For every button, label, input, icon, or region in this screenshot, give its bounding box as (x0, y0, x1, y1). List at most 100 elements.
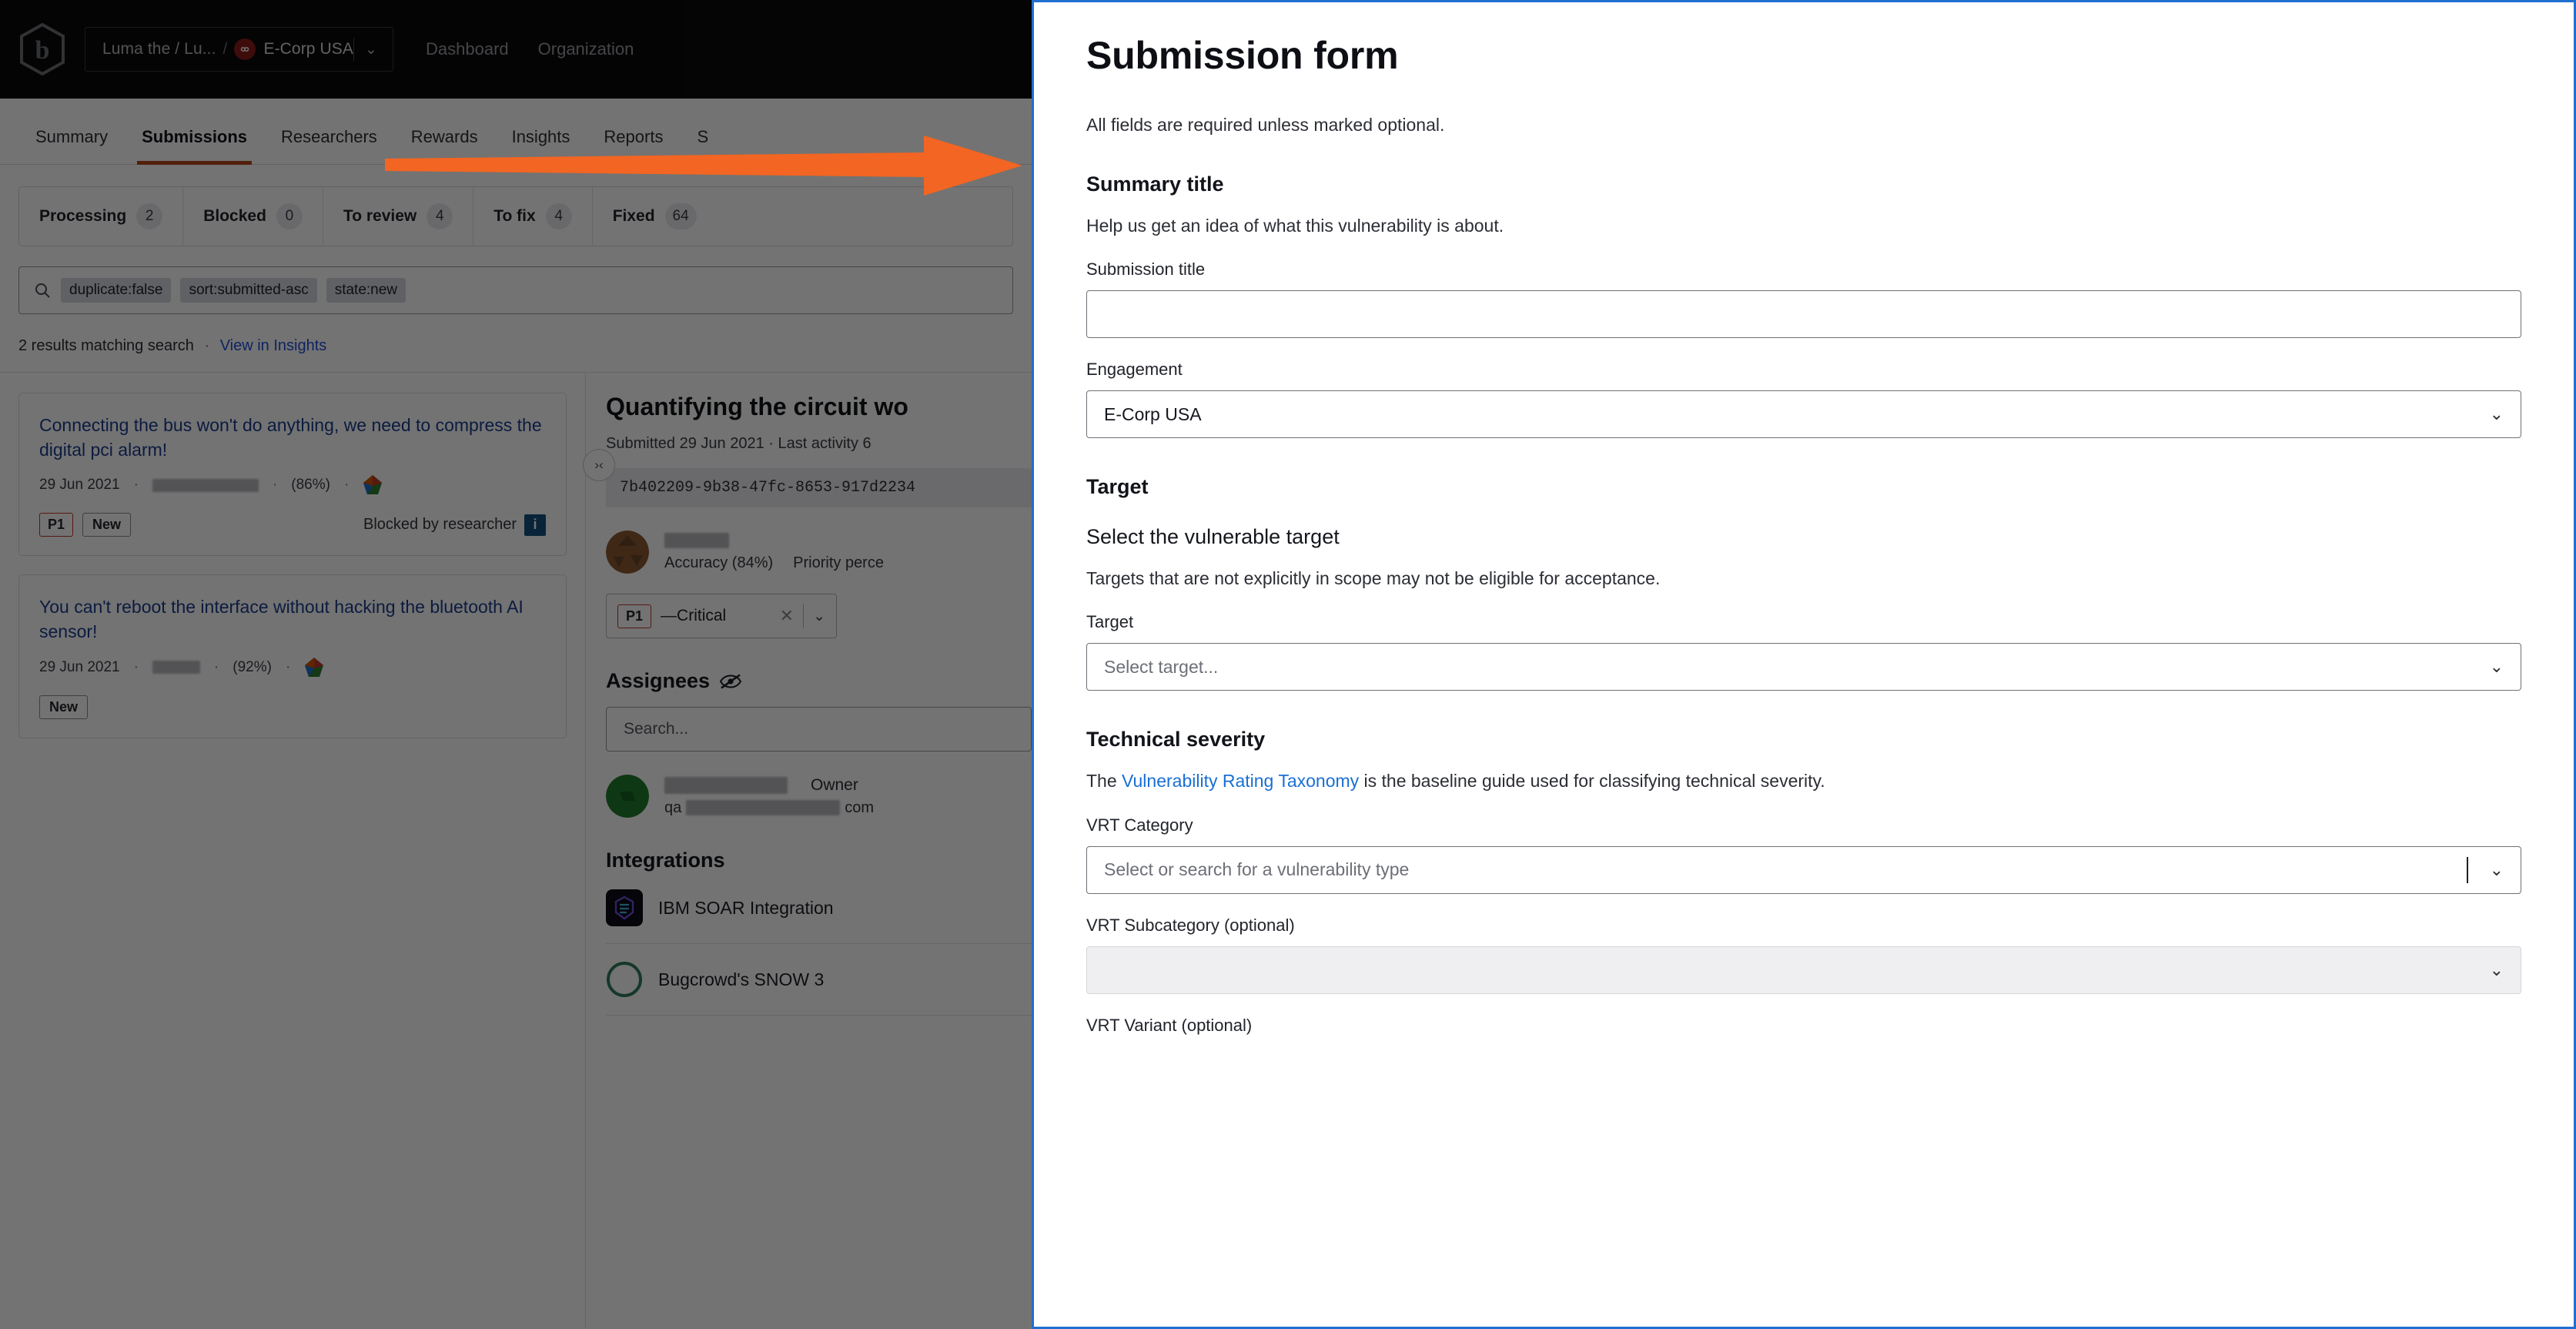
info-icon[interactable]: i (524, 514, 546, 536)
submissions-split-view: Connecting the bus won't do anything, we… (0, 372, 1032, 1329)
close-icon[interactable]: ✕ (780, 606, 794, 626)
nav-item-dashboard[interactable]: Dashboard (426, 39, 509, 59)
tab-summary[interactable]: Summary (18, 127, 125, 164)
detail-title: Quantifying the circuit wo (606, 393, 908, 420)
integration-item-snow[interactable]: Bugcrowd's SNOW 3 (606, 944, 1032, 1016)
status-filter-to-review-count: 4 (427, 203, 453, 229)
submission-form-body: Submission form All fields are required … (1034, 2, 2574, 1036)
integrations-heading: Integrations (606, 849, 1032, 872)
researcher-rank-kite-icon (363, 475, 383, 495)
state-badge: New (39, 695, 89, 719)
page-title: Submission form (1086, 34, 1399, 77)
status-filter-to-review-label: To review (343, 207, 417, 225)
search-chip-duplicate[interactable]: duplicate:false (61, 278, 172, 303)
blocked-label: Blocked by researcher (363, 516, 517, 534)
submission-badges: P1 New Blocked by researcher i (39, 513, 546, 537)
section-desc-target: Targets that are not explicitly in scope… (1086, 568, 1661, 589)
screen-root: b Luma the / Lu... / E-Corp USA ⌄ Dashbo… (0, 0, 2576, 1329)
submission-title[interactable]: You can't reboot the interface without h… (39, 595, 546, 644)
section-desc-summary-title: Help us get an idea of what this vulnera… (1086, 216, 1504, 236)
redacted-assignee-email (686, 800, 841, 815)
target-select[interactable]: Select target... ⌄ (1086, 643, 2521, 691)
chevron-down-icon[interactable]: ⌄ (813, 608, 825, 625)
search-input[interactable]: duplicate:false sort:submitted-asc state… (18, 266, 1013, 314)
chevron-down-icon[interactable]: ⌄ (2490, 657, 2504, 677)
assignee-email: qa com (664, 799, 874, 817)
label-engagement: Engagement (1086, 360, 1183, 380)
eye-off-icon[interactable] (719, 673, 742, 690)
integration-name: Bugcrowd's SNOW 3 (658, 969, 825, 989)
tab-submissions[interactable]: Submissions (125, 127, 264, 165)
label-vrt-subcategory: VRT Subcategory (optional) (1086, 915, 1295, 935)
submission-title-input[interactable] (1086, 290, 2521, 339)
engagement-value: E-Corp USA (1104, 403, 1202, 424)
chevron-down-icon[interactable]: ⌄ (2490, 404, 2504, 424)
servicenow-icon (607, 962, 642, 997)
section-heading-target: Target (1086, 475, 1149, 499)
select-divider (803, 604, 805, 628)
submission-meta: 29 Jun 2021 · · (92%) · (39, 657, 546, 678)
view-in-insights-link[interactable]: View in Insights (220, 337, 327, 354)
submissions-list: Connecting the bus won't do anything, we… (0, 373, 585, 1329)
vrt-category-combobox[interactable]: Select or search for a vulnerability typ… (1086, 845, 2521, 894)
vrt-category-placeholder: Select or search for a vulnerability typ… (1104, 859, 1410, 880)
bugcrowd-logo[interactable]: b (18, 23, 66, 75)
label-submission-title: Submission title (1086, 259, 1206, 280)
assignee-email-prefix: qa (664, 798, 682, 816)
submission-title[interactable]: Connecting the bus won't do anything, we… (39, 413, 546, 462)
researcher-accuracy: Accuracy (84%) (664, 554, 774, 571)
top-bar: b Luma the / Lu... / E-Corp USA ⌄ Dashbo… (0, 0, 1032, 99)
status-filter-processing[interactable]: Processing 2 (19, 187, 184, 246)
assignee-search-placeholder: Search... (624, 720, 689, 738)
redacted-assignee-name (664, 776, 788, 794)
chevron-down-icon[interactable]: ⌄ (354, 41, 388, 59)
meta-dot: · (133, 477, 139, 494)
submission-accuracy: (86%) (291, 477, 330, 494)
engagement-select[interactable]: E-Corp USA ⌄ (1086, 390, 2521, 439)
avatar (606, 531, 649, 574)
target-placeholder: Select target... (1104, 656, 1219, 677)
submission-date: 29 Jun 2021 (39, 477, 120, 494)
integration-item-ibm-soar[interactable]: IBM SOAR Integration (606, 872, 1032, 944)
nav-item-organization[interactable]: Organization (538, 39, 634, 59)
org-switcher[interactable]: Luma the / Lu... / E-Corp USA ⌄ (85, 27, 393, 72)
label-vrt-category: VRT Category (1086, 815, 1193, 835)
svg-text:b: b (35, 36, 50, 65)
priority-select[interactable]: P1 —Critical ✕ ⌄ (606, 594, 837, 638)
submission-accuracy: (92%) (233, 658, 272, 675)
chevron-down-icon[interactable]: ⌄ (2490, 860, 2504, 880)
status-filter-blocked-label: Blocked (203, 207, 266, 225)
section-heading-technical-severity: Technical severity (1086, 728, 1266, 752)
researcher-row: Accuracy (84%) Priority perce (606, 531, 1032, 574)
submission-badges: New (39, 695, 546, 719)
vrt-subcategory-select[interactable]: ⌄ (1086, 946, 2521, 994)
assignee-search-input[interactable]: Search... (606, 707, 1032, 752)
meta-dot: · (272, 477, 278, 494)
vulnerability-rating-taxonomy-link[interactable]: Vulnerability Rating Taxonomy (1122, 771, 1359, 791)
submission-card[interactable]: You can't reboot the interface without h… (18, 574, 567, 738)
search-chip-state[interactable]: state:new (326, 278, 406, 303)
tab-researchers[interactable]: Researchers (264, 127, 394, 164)
meta-dot: · (133, 658, 139, 675)
integration-name: IBM SOAR Integration (658, 897, 834, 918)
combobox-divider (2466, 856, 2468, 883)
redacted-researcher-handle (664, 532, 729, 548)
org-path: Luma the / Lu... (102, 40, 216, 58)
status-filter-processing-label: Processing (39, 207, 127, 225)
section-desc-technical-severity: The Vulnerability Rating Taxonomy is the… (1086, 768, 2521, 793)
status-filter-processing-count: 2 (136, 203, 163, 229)
status-filter-blocked[interactable]: Blocked 0 (183, 187, 323, 246)
collapse-list-toggle[interactable]: ›‹ (583, 449, 615, 481)
org-avatar-icon (234, 38, 256, 60)
results-summary: 2 results matching search · View in Insi… (18, 337, 1032, 355)
results-separator: · (204, 337, 210, 354)
submission-card[interactable]: Connecting the bus won't do anything, we… (18, 393, 567, 557)
redacted-researcher-name (152, 478, 259, 492)
chevron-down-icon[interactable]: ⌄ (2490, 960, 2504, 980)
submission-uuid[interactable]: 7b402209-9b38-47fc-8653-917d2234 (606, 468, 1032, 507)
ibm-soar-icon (606, 889, 643, 926)
status-filter-blocked-count: 0 (276, 203, 303, 229)
meta-dot: · (343, 477, 350, 494)
search-chip-sort[interactable]: sort:submitted-asc (180, 278, 317, 303)
assignee-row: Owner qa com (606, 775, 1032, 818)
